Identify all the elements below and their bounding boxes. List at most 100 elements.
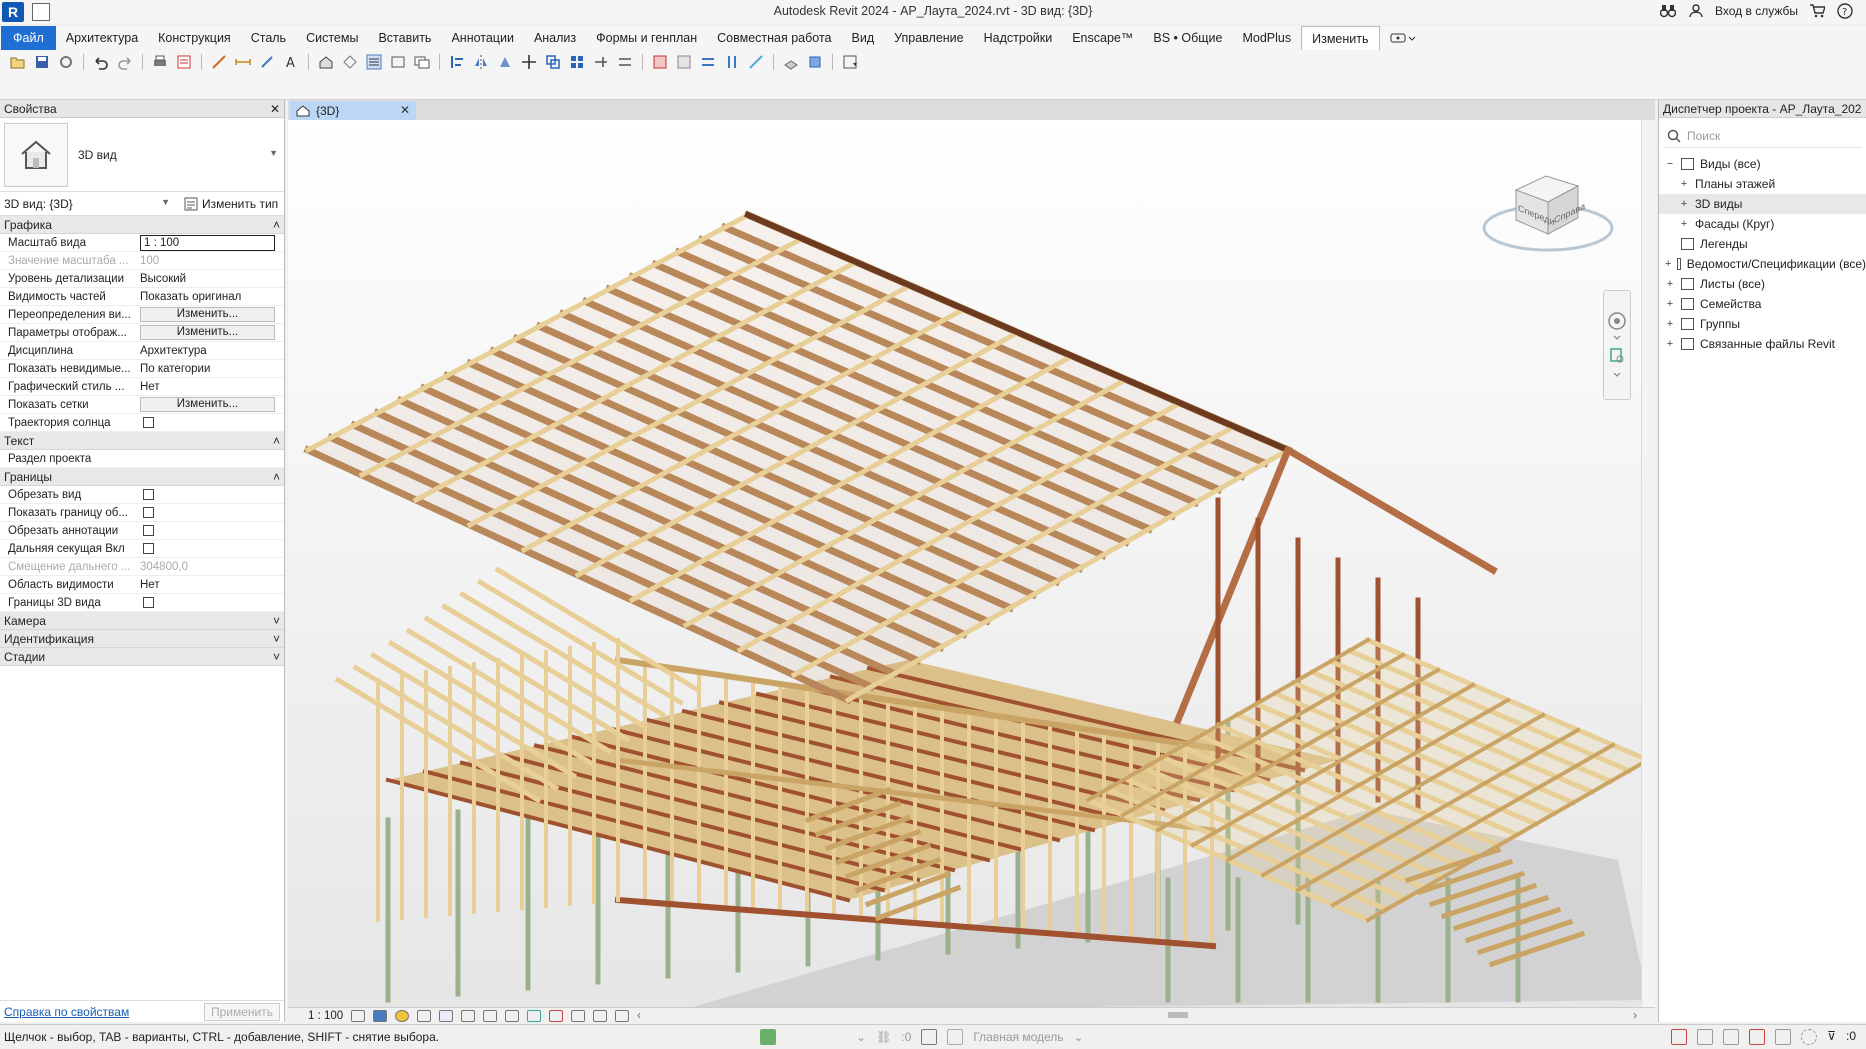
measure-icon[interactable] xyxy=(209,53,229,71)
chevron-right-icon[interactable]: › xyxy=(1633,1010,1637,1022)
level-icon[interactable] xyxy=(698,53,718,71)
signin-menu[interactable]: Вход в службы xyxy=(1715,4,1798,18)
property-checkbox[interactable] xyxy=(143,543,154,554)
browser-item[interactable]: + Ведомости/Спецификации (все) xyxy=(1659,254,1866,274)
browser-item[interactable]: + Семейства xyxy=(1659,294,1866,314)
property-value-cell[interactable]: Изменить... xyxy=(138,397,284,412)
redo-icon[interactable] xyxy=(115,53,135,71)
property-value-cell[interactable] xyxy=(138,507,284,518)
expand-icon[interactable]: + xyxy=(1679,178,1689,190)
analytical-model-icon[interactable] xyxy=(615,1009,630,1022)
close-icon[interactable]: ✕ xyxy=(400,103,410,117)
property-value-cell[interactable] xyxy=(138,417,284,428)
background-process-icon[interactable] xyxy=(1801,1029,1818,1045)
sun-path-icon[interactable] xyxy=(395,1009,410,1022)
close-windows-icon[interactable] xyxy=(388,53,408,71)
shadows-icon[interactable] xyxy=(417,1009,432,1022)
property-edit-button[interactable]: Изменить... xyxy=(140,325,275,340)
temp-hide-icon[interactable] xyxy=(527,1009,542,1022)
worksets-icon[interactable] xyxy=(760,1029,776,1045)
cart-icon[interactable] xyxy=(1808,2,1826,20)
select-underlay-icon[interactable] xyxy=(1697,1029,1714,1045)
collapse-icon[interactable]: − xyxy=(1665,158,1675,170)
save-icon[interactable] xyxy=(32,53,52,71)
property-group-header[interactable]: Стадии ˅ xyxy=(0,648,284,666)
text-icon[interactable]: A xyxy=(281,53,301,71)
property-group-header[interactable]: Границы ˄ xyxy=(0,468,284,486)
tab-insert[interactable]: Вставить xyxy=(368,26,441,50)
browser-item[interactable]: + Группы xyxy=(1659,314,1866,334)
browser-item[interactable]: + Фасады (Круг) xyxy=(1659,214,1866,234)
tab-bs-common[interactable]: BS • Общие xyxy=(1143,26,1232,50)
property-value-cell[interactable]: Архитектура xyxy=(138,345,284,357)
expand-icon[interactable]: + xyxy=(1679,198,1689,210)
sheet-icon[interactable] xyxy=(174,53,194,71)
property-group-header[interactable]: Идентификация ˅ xyxy=(0,630,284,648)
property-checkbox[interactable] xyxy=(143,525,154,536)
property-checkbox[interactable] xyxy=(143,597,154,608)
tab-view[interactable]: Вид xyxy=(842,26,885,50)
expand-icon[interactable]: + xyxy=(1665,258,1671,270)
expand-icon[interactable]: + xyxy=(1665,318,1675,330)
expand-icon[interactable]: + xyxy=(1665,298,1675,310)
property-value-cell[interactable] xyxy=(138,489,284,500)
filter-icon[interactable]: ⊽ xyxy=(1827,1029,1836,1045)
select-links-icon[interactable] xyxy=(1671,1029,1688,1045)
property-value-cell[interactable]: Изменить... xyxy=(138,307,284,322)
property-value-cell[interactable] xyxy=(138,525,284,536)
dimension-icon[interactable] xyxy=(233,53,253,71)
workplane-icon[interactable] xyxy=(781,53,801,71)
property-value-cell[interactable]: Высокий xyxy=(138,273,284,285)
horizontal-scrollbar-thumb[interactable] xyxy=(1168,1012,1188,1018)
section-icon[interactable] xyxy=(340,53,360,71)
properties-help-link[interactable]: Справка по свойствам xyxy=(4,1005,129,1019)
property-value-cell[interactable]: 100 xyxy=(138,255,284,267)
property-value-cell[interactable]: Нет xyxy=(138,579,284,591)
browser-item[interactable]: + Планы этажей xyxy=(1659,174,1866,194)
property-value-cell[interactable]: 304800,0 xyxy=(138,561,284,573)
tab-file[interactable]: Файл xyxy=(1,26,56,50)
browser-item[interactable]: + Листы (все) xyxy=(1659,274,1866,294)
expand-icon[interactable]: + xyxy=(1665,338,1675,350)
property-value-cell[interactable]: По категории xyxy=(138,363,284,375)
chevron-down-icon[interactable]: ⌄ xyxy=(1074,1030,1084,1044)
tab-modplus[interactable]: ModPlus xyxy=(1232,26,1301,50)
porch-rafter[interactable] xyxy=(459,591,666,718)
grid-icon[interactable] xyxy=(722,53,742,71)
instance-selector[interactable]: 3D вид: {3D} ▼ xyxy=(4,197,174,211)
render-icon[interactable] xyxy=(439,1009,454,1022)
active-model[interactable]: Главная модель xyxy=(973,1030,1063,1044)
view-tab-3d[interactable]: {3D} ✕ xyxy=(290,101,416,120)
tab-structure[interactable]: Конструкция xyxy=(148,26,241,50)
porch-rafter[interactable] xyxy=(405,627,613,755)
open-icon[interactable] xyxy=(8,53,28,71)
property-input[interactable]: 1 : 100 xyxy=(140,234,275,251)
chevron-down-icon[interactable]: ⌄ xyxy=(856,1030,866,1044)
array-icon[interactable] xyxy=(567,53,587,71)
viewcube[interactable]: Спереди Справа xyxy=(1478,150,1618,260)
ribbon-options-dropdown[interactable] xyxy=(1380,26,1426,50)
navigation-bar[interactable] xyxy=(1603,290,1631,400)
mirror-draw-icon[interactable] xyxy=(495,53,515,71)
vertical-scrollbar[interactable] xyxy=(1641,120,1655,1007)
highlight-displacement-icon[interactable] xyxy=(593,1009,608,1022)
browser-item[interactable]: + Связанные файлы Revit xyxy=(1659,334,1866,354)
pin-icon[interactable] xyxy=(674,53,694,71)
close-icon[interactable]: ✕ xyxy=(270,102,280,116)
sync-icon[interactable] xyxy=(56,53,76,71)
chevron-left-icon[interactable]: ‹ xyxy=(637,1010,641,1022)
project-browser-search[interactable]: Поиск xyxy=(1663,124,1862,148)
porch-rafter[interactable] xyxy=(423,615,631,743)
property-checkbox[interactable] xyxy=(143,507,154,518)
offset-icon[interactable] xyxy=(615,53,635,71)
detail-level-icon[interactable] xyxy=(351,1009,366,1022)
worksharing-icon[interactable] xyxy=(571,1009,586,1022)
property-checkbox[interactable] xyxy=(143,417,154,428)
edit-type-button[interactable]: Изменить тип xyxy=(184,197,278,211)
tab-massing-site[interactable]: Формы и генплан xyxy=(586,26,707,50)
select-pinned-icon[interactable] xyxy=(1723,1029,1740,1045)
trim-icon[interactable] xyxy=(591,53,611,71)
binoculars-icon[interactable] xyxy=(1659,2,1677,20)
property-value-cell[interactable] xyxy=(138,597,284,608)
tab-steel[interactable]: Сталь xyxy=(241,26,296,50)
